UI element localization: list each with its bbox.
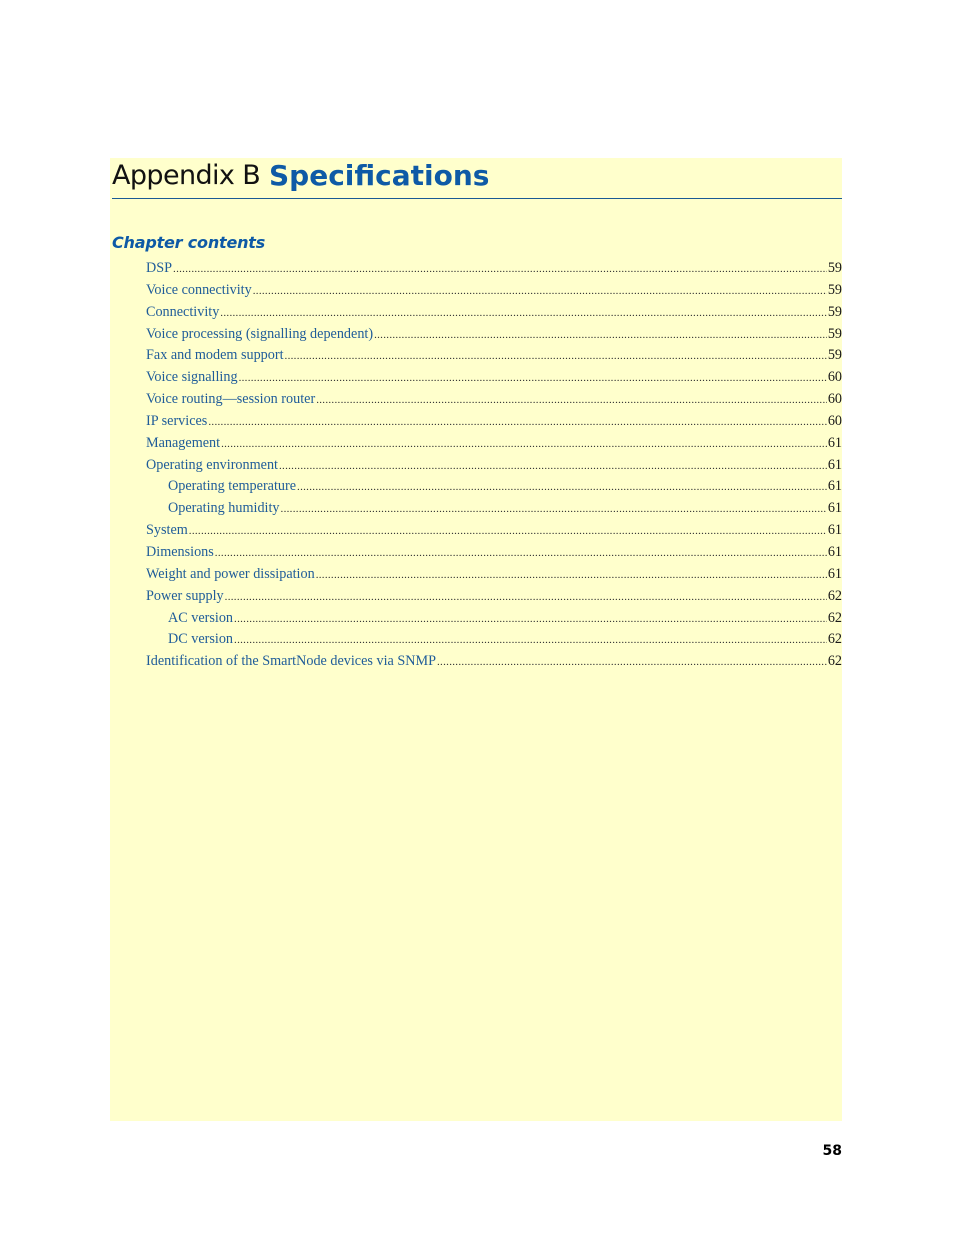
toc-dot-leader (189, 521, 827, 542)
toc-entry-page[interactable]: 61 (828, 564, 842, 586)
toc-dot-leader (437, 652, 827, 673)
toc-entry[interactable]: AC version 62 (146, 608, 842, 630)
toc-entry[interactable]: Fax and modem support 59 (146, 345, 842, 367)
toc-entry[interactable]: Power supply 62 (146, 586, 842, 608)
toc-entry[interactable]: Weight and power dissipation 61 (146, 564, 842, 586)
toc-entry[interactable]: Identification of the SmartNode devices … (146, 651, 842, 673)
toc-entry-title[interactable]: Weight and power dissipation (146, 564, 315, 586)
toc-entry[interactable]: Voice connectivity 59 (146, 280, 842, 302)
toc-dot-leader (316, 390, 827, 411)
toc-entry-title[interactable]: Operating humidity (168, 498, 280, 520)
chapter-contents-heading: Chapter contents (112, 233, 266, 252)
toc-entry-title[interactable]: System (146, 520, 188, 542)
toc-entry-page[interactable]: 61 (828, 520, 842, 542)
toc-dot-leader (215, 543, 827, 564)
toc-entry-title[interactable]: Dimensions (146, 542, 214, 564)
toc-entry-page[interactable]: 59 (828, 280, 842, 302)
toc-entry-page[interactable]: 61 (828, 498, 842, 520)
toc-entry-title[interactable]: Voice processing (signalling dependent) (146, 324, 373, 346)
toc-entry-title[interactable]: DSP (146, 258, 172, 280)
toc-entry-page[interactable]: 62 (828, 629, 842, 651)
toc-entry[interactable]: IP services 60 (146, 411, 842, 433)
toc-entry-title[interactable]: Operating temperature (168, 476, 296, 498)
chapter-title-prefix: Appendix B (112, 160, 261, 191)
toc-entry-page[interactable]: 61 (828, 433, 842, 455)
toc-dot-leader (297, 477, 827, 498)
toc-entry[interactable]: Voice routing—session router 60 (146, 389, 842, 411)
toc-dot-leader (316, 565, 827, 586)
toc-entry[interactable]: Connectivity 59 (146, 302, 842, 324)
toc-entry-title[interactable]: AC version (168, 608, 233, 630)
toc-entry-page[interactable]: 61 (828, 476, 842, 498)
toc-entry[interactable]: Voice processing (signalling dependent) 5… (146, 324, 842, 346)
toc-entry-page[interactable]: 62 (828, 651, 842, 673)
toc-entry-title[interactable]: DC version (168, 629, 233, 651)
toc-entry-title[interactable]: Management (146, 433, 220, 455)
toc-entry-page[interactable]: 60 (828, 411, 842, 433)
toc-entry-page[interactable]: 59 (828, 345, 842, 367)
toc-entry-page[interactable]: 59 (828, 258, 842, 280)
toc-dot-leader (285, 346, 827, 367)
toc-entry-title[interactable]: Identification of the SmartNode devices … (146, 651, 436, 673)
toc-dot-leader (221, 434, 827, 455)
toc-entry-title[interactable]: Power supply (146, 586, 224, 608)
toc-entry-title[interactable]: Fax and modem support (146, 345, 284, 367)
toc-dot-leader (234, 609, 827, 630)
toc-entry[interactable]: Operating temperature 61 (146, 476, 842, 498)
toc-entry-page[interactable]: 61 (828, 542, 842, 564)
toc-entry[interactable]: Dimensions 61 (146, 542, 842, 564)
chapter-title: Appendix B Specifications (112, 158, 842, 199)
toc-entry[interactable]: DC version 62 (146, 629, 842, 651)
toc-entry[interactable]: Operating environment 61 (146, 455, 842, 477)
toc-entry-title[interactable]: Voice signalling (146, 367, 238, 389)
page-number: 58 (822, 1143, 842, 1159)
toc-dot-leader (239, 368, 827, 389)
table-of-contents: DSP59Voice connectivity59Connectivity59V… (146, 258, 842, 673)
toc-dot-leader (279, 456, 827, 477)
toc-entry[interactable]: Management 61 (146, 433, 842, 455)
toc-entry-page[interactable]: 60 (828, 389, 842, 411)
toc-entry-title[interactable]: Voice routing—session router (146, 389, 315, 411)
toc-entry-title[interactable]: Voice connectivity (146, 280, 252, 302)
toc-dot-leader (208, 412, 826, 433)
toc-entry-title[interactable]: Operating environment (146, 455, 278, 477)
toc-dot-leader (281, 499, 827, 520)
toc-dot-leader (234, 630, 827, 651)
toc-entry-page[interactable]: 61 (828, 455, 842, 477)
toc-entry[interactable]: DSP 59 (146, 258, 842, 280)
toc-entry-page[interactable]: 59 (828, 302, 842, 324)
toc-entry[interactable]: System 61 (146, 520, 842, 542)
toc-entry[interactable]: Voice signalling 60 (146, 367, 842, 389)
toc-dot-leader (220, 303, 827, 324)
toc-entry-title[interactable]: IP services (146, 411, 207, 433)
toc-dot-leader (374, 325, 827, 346)
toc-entry-title[interactable]: Connectivity (146, 302, 219, 324)
toc-dot-leader (253, 281, 827, 302)
toc-entry[interactable]: Operating humidity 61 (146, 498, 842, 520)
chapter-title-main: Specifications (269, 159, 490, 192)
toc-entry-page[interactable]: 62 (828, 608, 842, 630)
toc-entry-page[interactable]: 62 (828, 586, 842, 608)
toc-dot-leader (225, 587, 827, 608)
toc-entry-page[interactable]: 60 (828, 367, 842, 389)
toc-entry-page[interactable]: 59 (828, 324, 842, 346)
toc-dot-leader (173, 259, 827, 280)
